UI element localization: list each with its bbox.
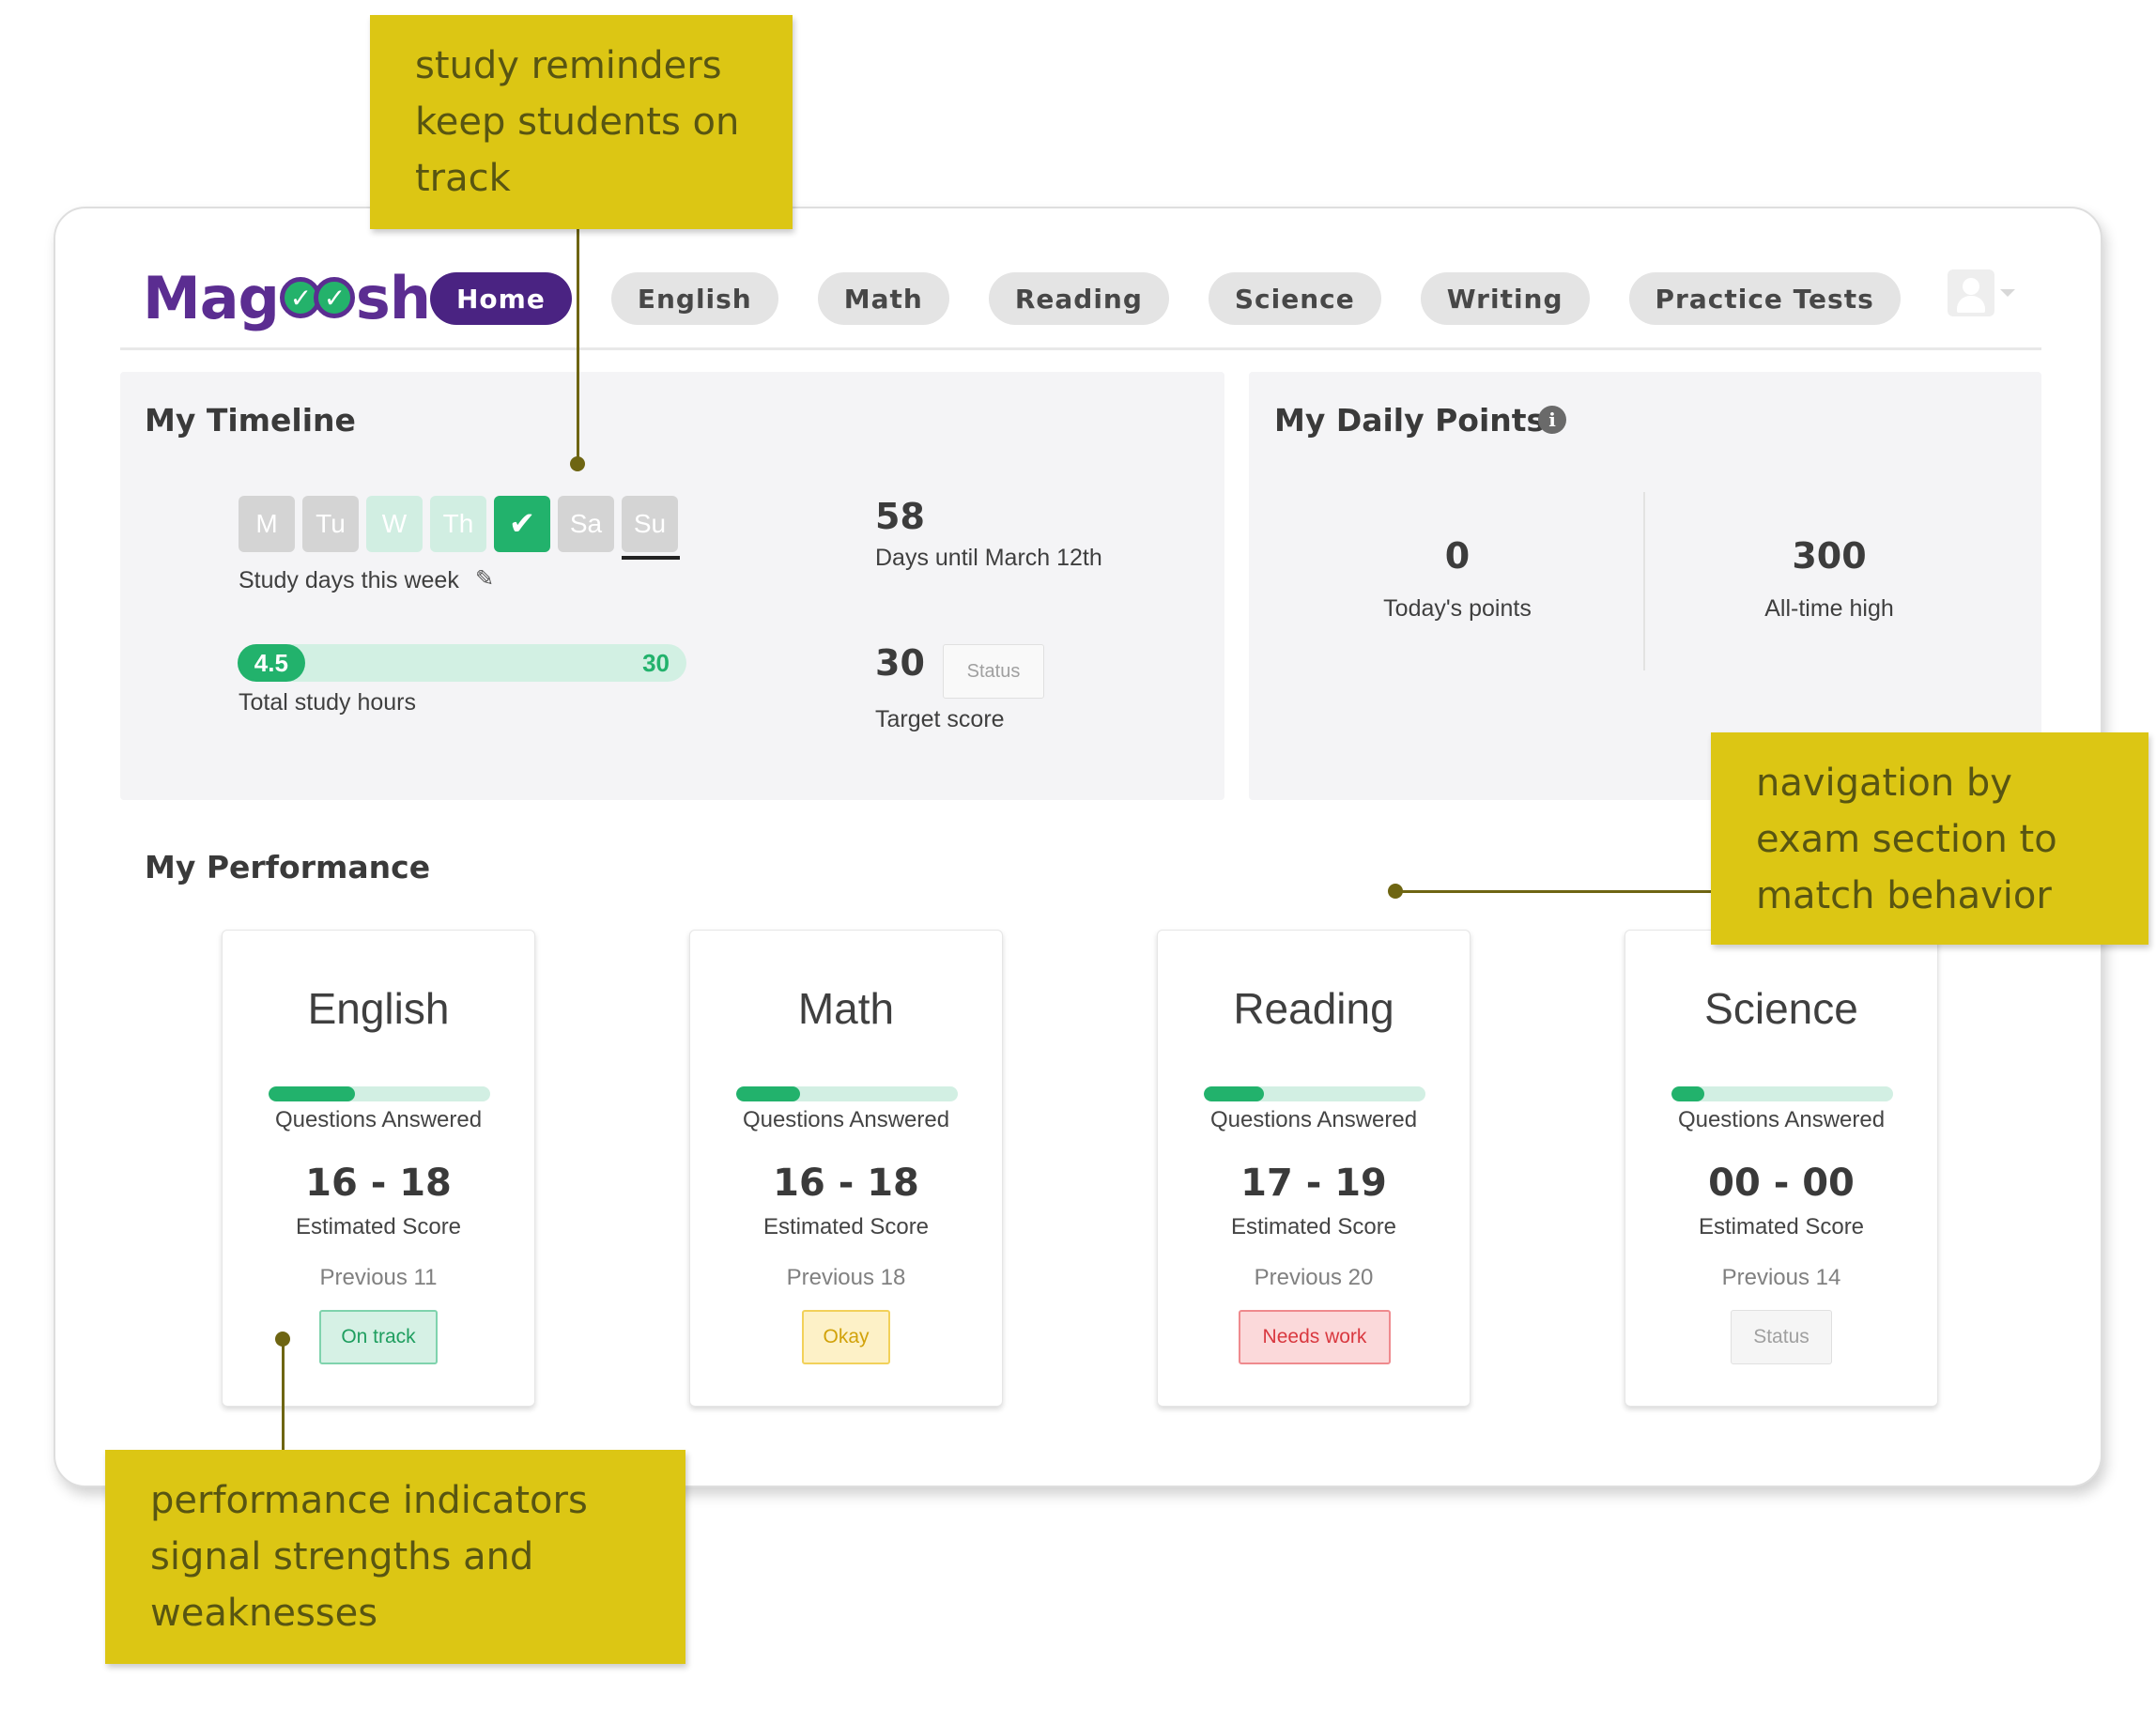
all-time-high-value: 300	[1792, 535, 1867, 577]
card-subject: Science	[1704, 984, 1858, 1033]
questions-answered-label: Questions Answered	[1677, 1107, 1886, 1132]
day-tuesday[interactable]: Tu	[302, 496, 359, 552]
nav-tab-science[interactable]: Science	[1208, 272, 1381, 325]
pencil-icon[interactable]: ✎	[475, 565, 494, 593]
study-hours-goal: 30	[642, 648, 670, 677]
day-wednesday[interactable]: W	[366, 496, 423, 552]
performance-title: My Performance	[145, 849, 431, 885]
questions-progress	[1671, 1086, 1893, 1101]
nav-tab-practice-tests[interactable]: Practice Tests	[1628, 272, 1901, 325]
questions-progress-fill	[269, 1086, 356, 1101]
timeline-title: My Timeline	[145, 402, 356, 439]
all-time-high-label: All-time high	[1764, 595, 1894, 622]
previous-score: Previous 11	[319, 1265, 438, 1290]
logo-text-start: Mag	[143, 263, 280, 332]
questions-answered-label: Questions Answered	[1209, 1107, 1418, 1132]
performance-card-science[interactable]: Science Questions Answered 00 - 00 Estim…	[1625, 930, 1938, 1407]
todays-points-value: 0	[1444, 535, 1471, 577]
estimated-score-value: 00 - 00	[1708, 1162, 1855, 1205]
estimated-score-value: 17 - 19	[1240, 1162, 1387, 1205]
logo-checkmarks-icon: ✓ ✓	[279, 277, 355, 318]
day-saturday[interactable]: Sa	[558, 496, 614, 552]
days-until-label: Days until March 12th	[875, 545, 1102, 571]
callout-dot-indicators	[275, 1332, 290, 1347]
day-thursday[interactable]: Th	[430, 496, 486, 552]
status-badge: Status	[1731, 1310, 1832, 1364]
nav-tab-reading[interactable]: Reading	[988, 272, 1169, 325]
callout-leader-reminders	[577, 229, 579, 464]
callout-line: study reminders	[415, 44, 722, 87]
callout-line: exam section to	[1756, 818, 2057, 861]
nav-tab-writing[interactable]: Writing	[1420, 272, 1590, 325]
current-day-indicator	[622, 556, 680, 560]
todays-points-label: Today's points	[1383, 595, 1532, 622]
user-avatar-icon	[1948, 269, 1994, 316]
status-badge: On track	[319, 1310, 438, 1364]
estimated-score-value: 16 - 18	[773, 1162, 919, 1205]
logo-text-end: sh	[355, 263, 431, 332]
study-hours-progress: 4.5 30	[238, 644, 686, 682]
status-badge: Needs work	[1239, 1310, 1391, 1364]
estimated-score-label: Estimated Score	[1698, 1214, 1865, 1239]
target-status-badge: Status	[943, 644, 1044, 699]
nav-tab-math[interactable]: Math	[817, 272, 949, 325]
exam-section-nav: Home English Math Reading Science Writin…	[430, 272, 1940, 325]
questions-answered-label: Questions Answered	[742, 1107, 950, 1132]
callout-line: performance indicators	[150, 1479, 588, 1522]
questions-progress	[269, 1086, 490, 1101]
callout-performance-indicators: performance indicators signal strengths …	[105, 1450, 685, 1664]
questions-progress	[736, 1086, 958, 1101]
estimated-score-value: 16 - 18	[305, 1162, 452, 1205]
estimated-score-label: Estimated Score	[1230, 1214, 1397, 1239]
previous-score: Previous 14	[1721, 1265, 1841, 1290]
points-divider	[1643, 492, 1645, 670]
day-friday-check-icon[interactable]: ✔	[494, 496, 550, 552]
callout-line: weaknesses	[150, 1592, 378, 1635]
callout-line: match behavior	[1756, 874, 2052, 917]
callout-leader-indicators	[282, 1337, 285, 1452]
study-days-label: Study days this week	[239, 567, 459, 593]
user-menu-button[interactable]	[1948, 269, 2015, 317]
callout-leader-navigation	[1395, 890, 1715, 893]
callout-dot-navigation	[1388, 884, 1403, 899]
estimated-score-label: Estimated Score	[295, 1214, 462, 1239]
callout-study-reminders: study reminders keep students on track	[370, 15, 793, 229]
card-subject: English	[307, 984, 450, 1033]
callout-line: signal strengths and	[150, 1535, 534, 1578]
target-score-label: Target score	[875, 706, 1005, 732]
performance-card-math[interactable]: Math Questions Answered 16 - 18 Estimate…	[689, 930, 1003, 1407]
questions-progress	[1204, 1086, 1425, 1101]
callout-dot-reminders	[570, 456, 585, 471]
questions-progress-fill	[1204, 1086, 1264, 1101]
daily-points-title: My Daily Points	[1274, 402, 1546, 439]
status-badge: Okay	[802, 1310, 890, 1364]
questions-answered-label: Questions Answered	[274, 1107, 483, 1132]
total-study-hours-label: Total study hours	[239, 689, 416, 716]
callout-line: navigation by	[1756, 762, 2012, 805]
previous-score: Previous 18	[786, 1265, 906, 1290]
card-subject: Reading	[1233, 984, 1394, 1033]
questions-progress-fill	[736, 1086, 801, 1101]
target-score-value: 30	[875, 642, 925, 684]
magoosh-logo[interactable]: Mag ✓ ✓ sh	[143, 263, 431, 332]
callout-navigation: navigation by exam section to match beha…	[1711, 732, 2148, 945]
header-divider	[120, 347, 2041, 350]
nav-tab-english[interactable]: English	[610, 272, 778, 325]
day-monday[interactable]: M	[239, 496, 295, 552]
nav-tab-home[interactable]: Home	[430, 272, 572, 325]
card-subject: Math	[797, 984, 895, 1033]
previous-score: Previous 20	[1254, 1265, 1374, 1290]
study-hours-fill: 4.5	[238, 644, 305, 682]
performance-card-english[interactable]: English Questions Answered 16 - 18 Estim…	[222, 930, 535, 1407]
day-sunday[interactable]: Su	[622, 496, 678, 552]
days-until-value: 58	[875, 496, 925, 537]
callout-line: track	[415, 157, 511, 200]
info-icon[interactable]: i	[1538, 406, 1566, 434]
performance-card-reading[interactable]: Reading Questions Answered 17 - 19 Estim…	[1157, 930, 1471, 1407]
chevron-down-icon	[2000, 289, 2015, 297]
estimated-score-label: Estimated Score	[762, 1214, 930, 1239]
callout-line: keep students on	[415, 100, 740, 144]
questions-progress-fill	[1671, 1086, 1705, 1101]
